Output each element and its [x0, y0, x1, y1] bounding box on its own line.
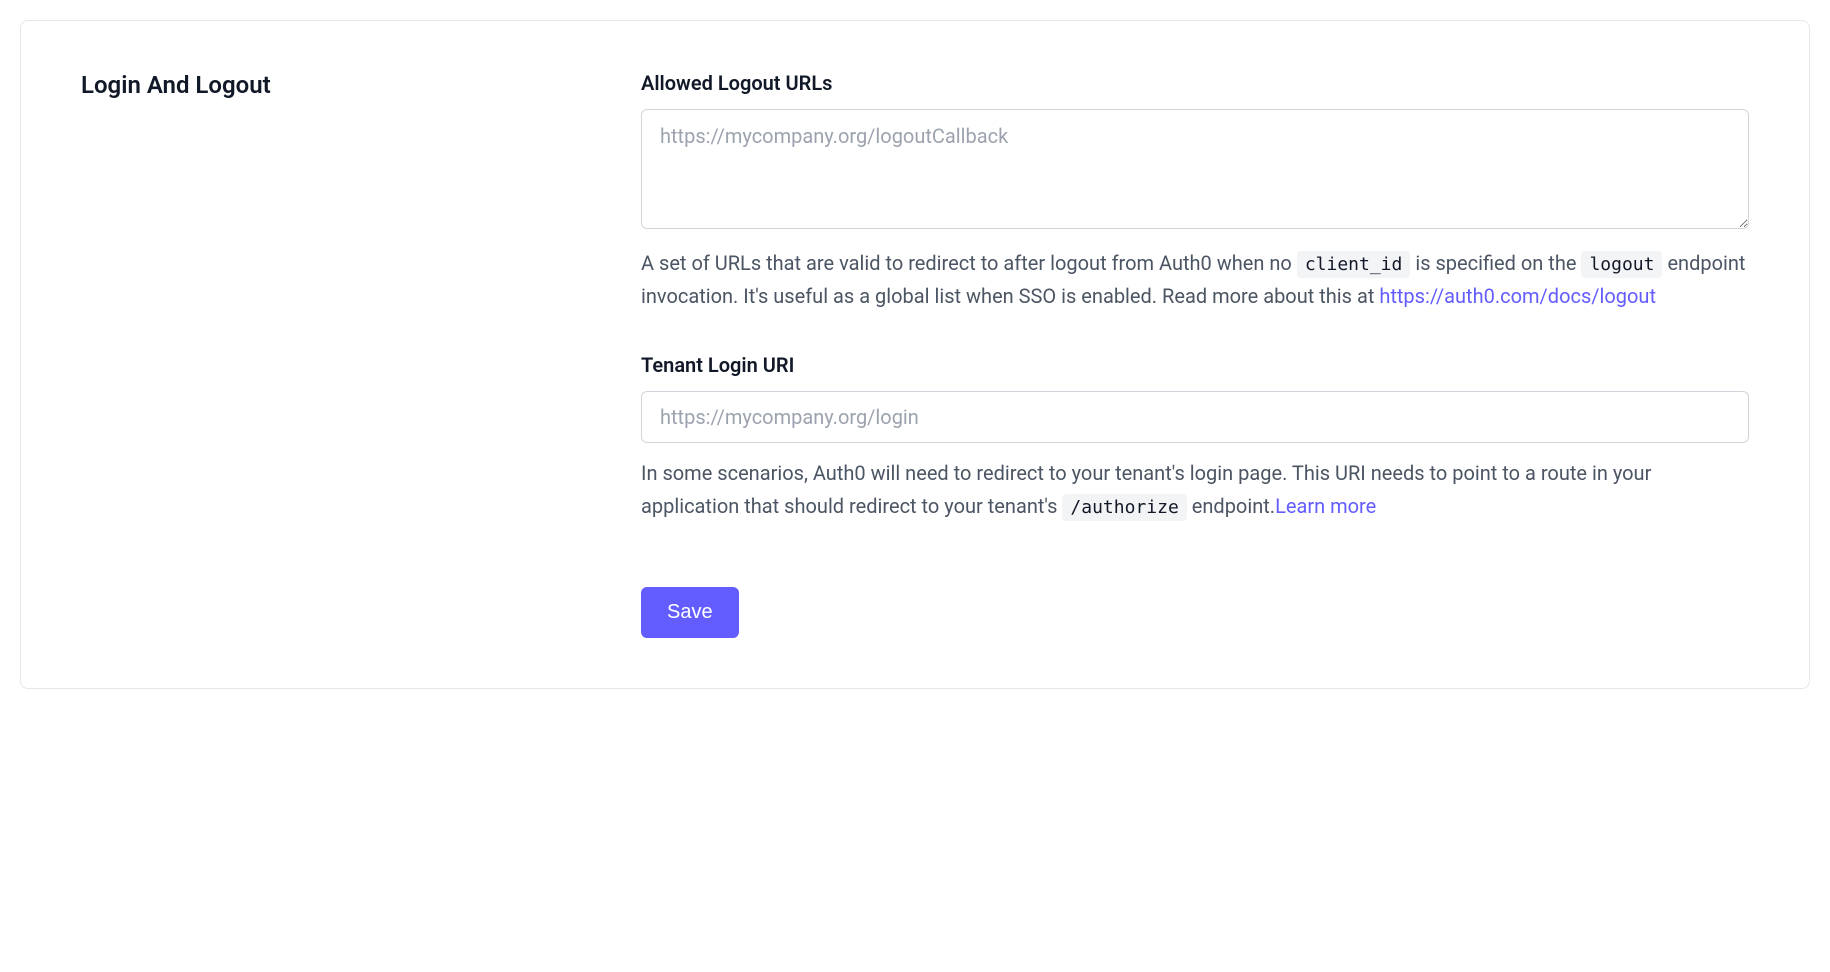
save-button[interactable]: Save	[641, 587, 739, 638]
help-text-segment: endpoint.	[1192, 494, 1275, 518]
client-id-code: client_id	[1297, 251, 1411, 278]
section-title: Login And Logout	[81, 71, 601, 99]
allowed-logout-urls-input[interactable]	[641, 109, 1749, 229]
authorize-code: /authorize	[1062, 494, 1186, 521]
fields-column: Allowed Logout URLs A set of URLs that a…	[641, 71, 1749, 638]
section-header-column: Login And Logout	[81, 71, 601, 638]
learn-more-link[interactable]: Learn more	[1275, 494, 1376, 518]
allowed-logout-urls-help: A set of URLs that are valid to redirect…	[641, 247, 1749, 313]
help-text-segment: A set of URLs that are valid to redirect…	[641, 251, 1297, 275]
settings-card: Login And Logout Allowed Logout URLs A s…	[20, 20, 1810, 689]
tenant-login-uri-input[interactable]	[641, 391, 1749, 443]
tenant-login-uri-field: Tenant Login URI In some scenarios, Auth…	[641, 353, 1749, 523]
logout-code: logout	[1581, 251, 1662, 278]
allowed-logout-urls-label: Allowed Logout URLs	[641, 71, 1749, 95]
allowed-logout-urls-field: Allowed Logout URLs A set of URLs that a…	[641, 71, 1749, 313]
help-text-segment: is specified on the	[1415, 251, 1581, 275]
logout-docs-link[interactable]: https://auth0.com/docs/logout	[1379, 284, 1656, 308]
tenant-login-uri-help: In some scenarios, Auth0 will need to re…	[641, 457, 1749, 523]
tenant-login-uri-label: Tenant Login URI	[641, 353, 1749, 377]
